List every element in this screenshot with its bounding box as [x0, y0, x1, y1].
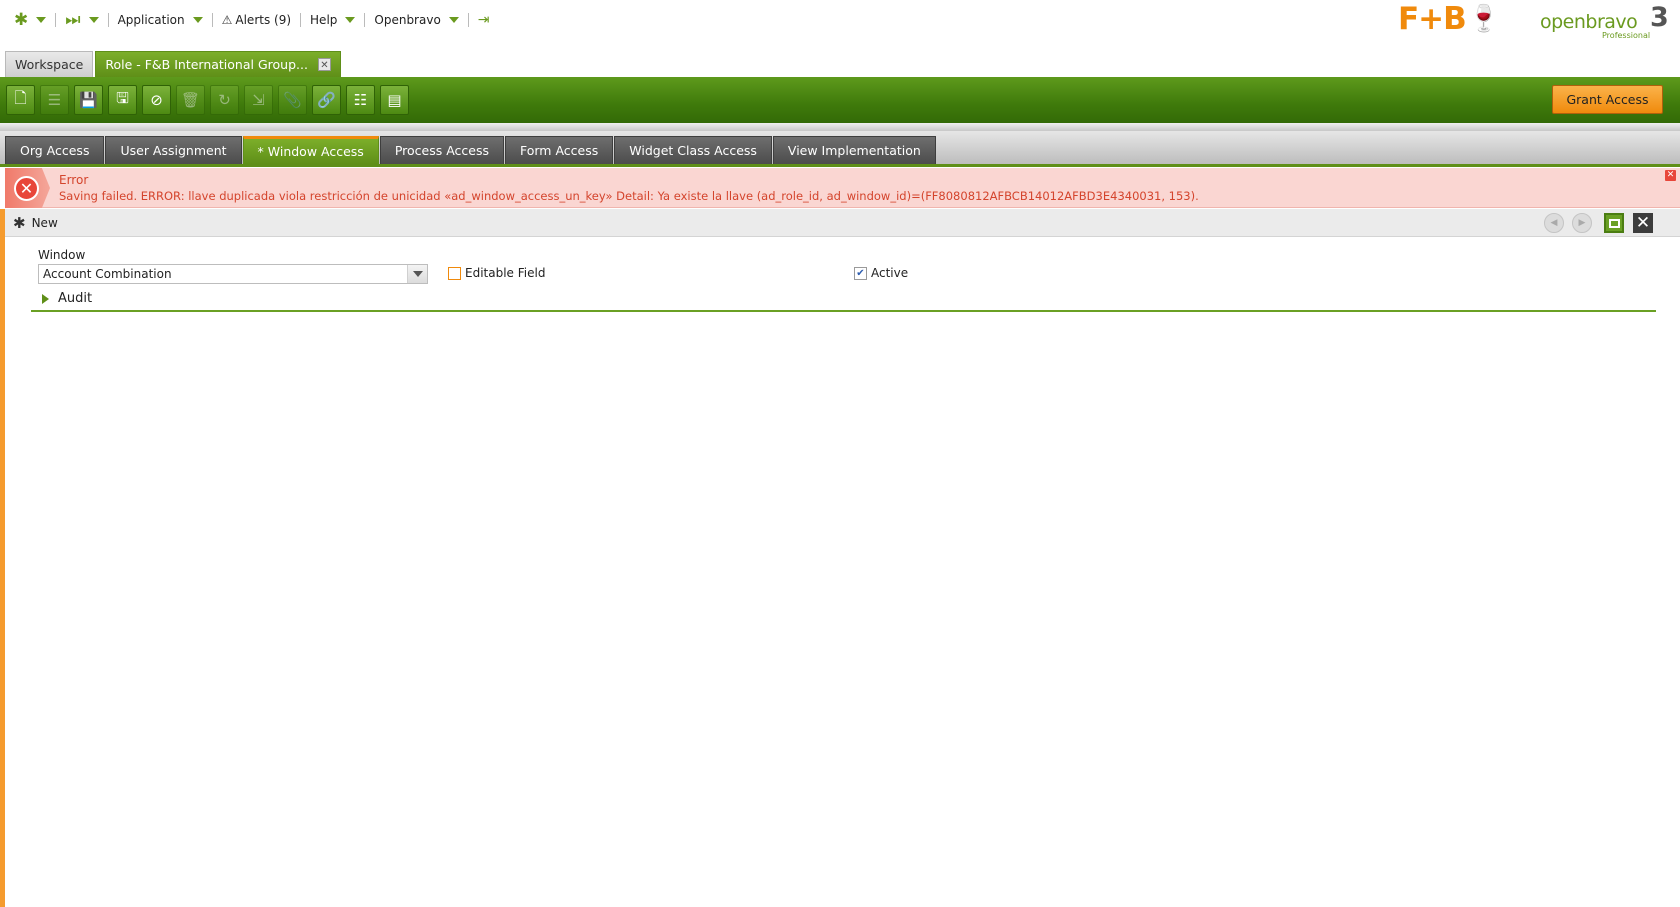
tab-org-access[interactable]: Org Access [5, 136, 105, 164]
error-message: Saving failed. ERROR: llave duplicada vi… [59, 189, 1199, 203]
application-menu-label: Application [117, 13, 185, 27]
audit-section-label: Audit [58, 291, 93, 306]
error-title: Error [59, 173, 89, 187]
save-button[interactable]: 💾 [74, 85, 103, 115]
attach-button[interactable]: 📎 [278, 85, 307, 115]
error-icon: ✕ [14, 176, 39, 201]
quick-create-icon[interactable]: ✱ [14, 11, 28, 29]
tab-form-access[interactable]: Form Access [505, 136, 614, 164]
export-icon: ⇲ [252, 91, 265, 109]
tree-icon: ☷ [353, 91, 368, 109]
new-row-button[interactable]: ☰ [40, 85, 69, 115]
error-message-bar: ✕ Error Saving failed. ERROR: llave dupl… [5, 168, 1680, 208]
maximize-icon [1608, 218, 1620, 228]
chevron-down-icon [192, 17, 203, 23]
alerts-label: Alerts (9) [235, 13, 292, 27]
new-row-icon: ☰ [47, 91, 62, 109]
company-logo: F+B 🍷 [1398, 1, 1500, 37]
quick-launch-icon[interactable]: ⏭ [65, 11, 80, 29]
save-close-button[interactable]: 🖫 [108, 85, 137, 115]
grid-header-strip [0, 123, 1680, 131]
new-document-button[interactable]: 🗋 [6, 85, 35, 115]
window-combobox-value: Account Combination [43, 267, 172, 281]
expand-icon [42, 293, 49, 304]
tab-workspace[interactable]: Workspace [5, 51, 94, 77]
child-tabs: Org Access User Assignment * Window Acce… [5, 136, 937, 164]
new-record-icon: ✱ [13, 213, 26, 232]
trash-icon: 🗑 [180, 91, 201, 109]
tab-window-access[interactable]: * Window Access [242, 136, 379, 164]
toolbar: 🗋 ☰ 💾 🖫 ⊘ 🗑 ↻ ⇲ 📎 🔗 ☷ ▤ Grant Access [0, 77, 1680, 123]
logout-icon[interactable]: ⇥ [478, 13, 490, 27]
main-tab-bar: Workspace Role - F&B International Group… [5, 51, 343, 77]
audit-section-toggle[interactable]: Audit [42, 291, 92, 306]
window-combobox[interactable]: Account Combination [38, 264, 428, 284]
previous-record-button[interactable]: ◀ [1544, 213, 1564, 233]
openbravo-logo: openbravo 3 Professional [1540, 2, 1669, 40]
help-menu-label: Help [310, 13, 338, 27]
tab-process-access[interactable]: Process Access [379, 136, 504, 164]
maximize-button[interactable] [1604, 213, 1624, 233]
grant-access-button[interactable]: Grant Access [1552, 85, 1663, 114]
user-menu[interactable]: Openbravo [374, 10, 459, 30]
left-accent-bar [0, 209, 5, 907]
close-tab-icon[interactable]: ✕ [317, 58, 331, 71]
form-view-icon: ▤ [387, 91, 402, 109]
chevron-down-icon [448, 17, 459, 23]
refresh-button[interactable]: ↻ [210, 85, 239, 115]
close-icon[interactable]: ✕ [1665, 170, 1676, 181]
delete-button[interactable]: 🗑 [176, 85, 205, 115]
grid-form-toggle-button[interactable]: ▤ [380, 85, 409, 115]
editable-field-checkbox[interactable] [448, 266, 461, 280]
active-label: Active [871, 266, 909, 280]
link-icon: 🔗 [317, 91, 336, 109]
quick-create-dropdown[interactable] [36, 17, 47, 23]
new-document-icon: 🗋 [14, 88, 27, 107]
user-menu-label: Openbravo [374, 13, 441, 27]
help-menu[interactable]: Help [310, 10, 356, 30]
tab-role[interactable]: Role - F&B International Group... ✕ [95, 51, 341, 77]
chevron-down-icon [412, 271, 423, 277]
cancel-icon: ⊘ [150, 91, 163, 109]
chevron-down-icon [345, 17, 356, 23]
alerts-link[interactable]: ⚠ Alerts (9) [222, 10, 291, 30]
wine-glass-icon: 🍷 [1467, 4, 1500, 34]
tab-widget-class-access[interactable]: Widget Class Access [614, 136, 772, 164]
window-field-label: Window [38, 248, 86, 262]
next-icon: ▶ [1578, 218, 1586, 228]
save-close-icon: 🖫 [116, 88, 129, 107]
record-status-label: New [31, 215, 58, 230]
warning-icon: ⚠ [221, 13, 233, 27]
previous-icon: ◀ [1550, 218, 1558, 228]
editable-field-label: Editable Field [465, 266, 546, 280]
tab-view-implementation[interactable]: View Implementation [772, 136, 936, 164]
paperclip-icon: 📎 [283, 91, 302, 109]
next-record-button[interactable]: ▶ [1572, 213, 1592, 233]
section-divider [31, 310, 1656, 312]
application-menu[interactable]: Application [118, 10, 203, 30]
tree-button[interactable]: ☷ [346, 85, 375, 115]
save-icon: 💾 [79, 91, 98, 109]
active-checkbox-group: ✔ Active [854, 266, 908, 280]
link-button[interactable]: 🔗 [312, 85, 341, 115]
active-checkbox[interactable]: ✔ [854, 266, 867, 280]
editable-field-checkbox-group: Editable Field [448, 266, 545, 280]
tab-user-assignment[interactable]: User Assignment [105, 136, 242, 164]
close-form-button[interactable]: ✕ [1633, 213, 1653, 233]
export-button[interactable]: ⇲ [244, 85, 273, 115]
form-status-bar: ✱ New ◀ ▶ ✕ [5, 209, 1680, 237]
quick-launch-dropdown[interactable] [88, 17, 99, 23]
close-icon: ✕ [1635, 213, 1651, 233]
combobox-dropdown-button[interactable] [407, 265, 427, 283]
undo-button[interactable]: ⊘ [142, 85, 171, 115]
refresh-icon: ↻ [218, 91, 231, 109]
